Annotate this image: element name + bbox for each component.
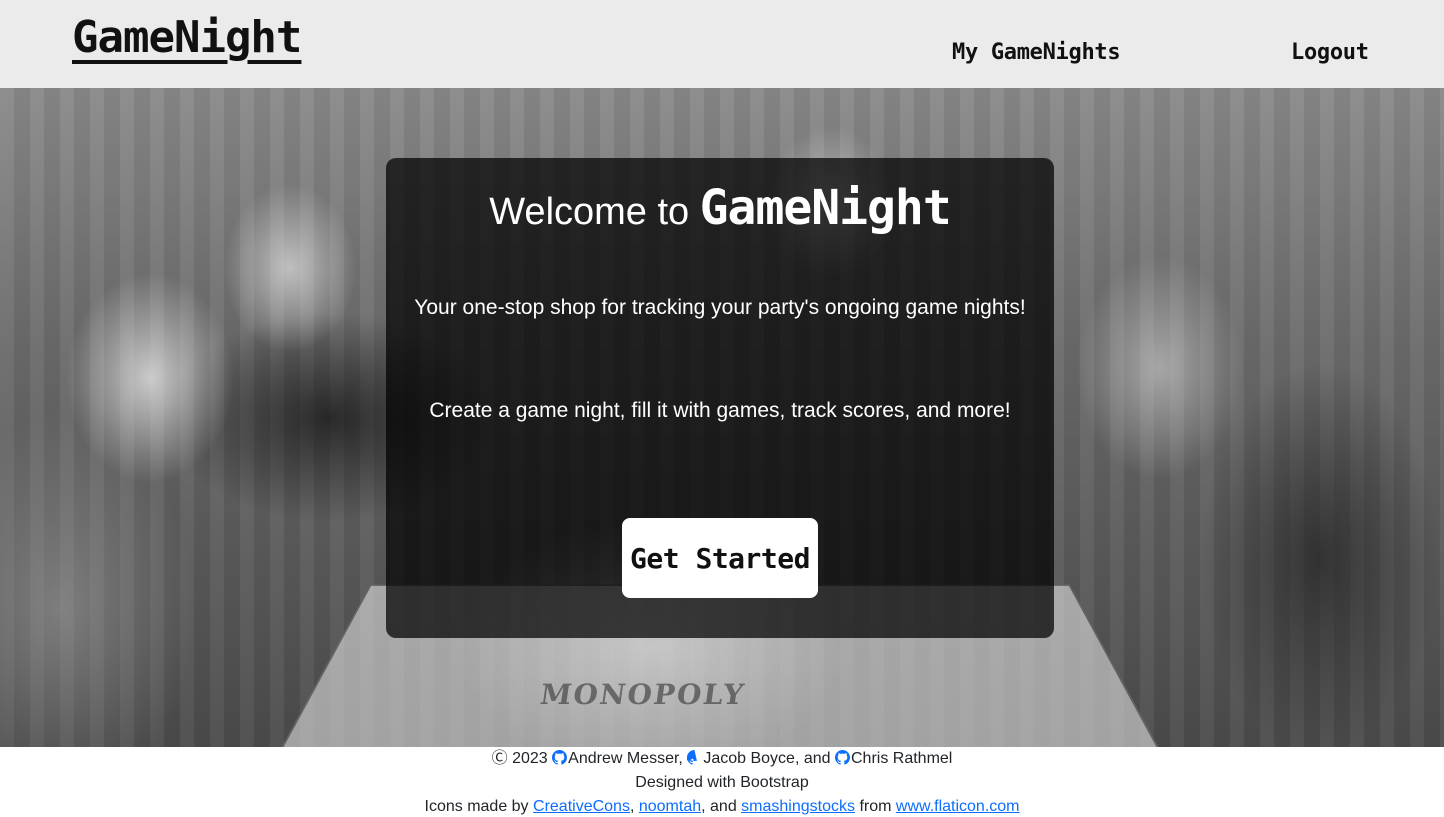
noomtah-link[interactable]: noomtah bbox=[639, 798, 701, 815]
hero-section: MONOPOLY Welcome to GameNight Your one-s… bbox=[0, 88, 1444, 747]
monopoly-board-text: MONOPOLY bbox=[538, 678, 748, 711]
icons-from-text: from bbox=[859, 798, 892, 815]
nav-my-gamenights[interactable]: My GameNights bbox=[952, 40, 1121, 65]
footer: Ⓒ 2023 Andrew Messer, Jacob Boyce, and C… bbox=[0, 747, 1444, 817]
navbar: GameNight My GameNights Logout bbox=[0, 0, 1444, 88]
footer-separator: , bbox=[629, 798, 635, 815]
subline-text: Create a game night, fill it with games,… bbox=[429, 399, 1011, 422]
brand-logo-link[interactable]: GameNight bbox=[72, 13, 302, 62]
get-started-button[interactable]: Get Started bbox=[622, 518, 818, 598]
author-name: Jacob Boyce bbox=[703, 750, 795, 767]
github-icon[interactable] bbox=[834, 750, 850, 765]
flaticon-link[interactable]: www.flaticon.com bbox=[896, 798, 1020, 815]
icon-credits-line: Icons made by CreativeCons, noomtah, and… bbox=[0, 795, 1444, 817]
author-name: Chris Rathmel bbox=[850, 750, 953, 767]
nav-logout[interactable]: Logout bbox=[1291, 40, 1369, 65]
author-name: Andrew Messer bbox=[568, 750, 679, 767]
github-icon[interactable] bbox=[687, 750, 702, 765]
icons-prefix: Icons made by bbox=[424, 798, 529, 815]
welcome-brand: GameNight bbox=[699, 180, 952, 236]
welcome-prefix: Welcome to bbox=[489, 191, 690, 233]
footer-separator: , bbox=[678, 750, 683, 767]
tagline-text: Your one-stop shop for tracking your par… bbox=[414, 296, 1026, 319]
footer-credits-line: Ⓒ 2023 Andrew Messer, Jacob Boyce, and C… bbox=[0, 747, 1444, 771]
designed-with-text: Designed with Bootstrap bbox=[635, 774, 809, 791]
welcome-heading: Welcome to GameNight bbox=[386, 180, 1054, 236]
footer-separator: , and bbox=[701, 798, 737, 815]
smashingstocks-link[interactable]: smashingstocks bbox=[741, 798, 855, 815]
github-icon[interactable] bbox=[552, 750, 568, 765]
creativecons-link[interactable]: CreativeCons bbox=[533, 798, 630, 815]
welcome-card: Welcome to GameNight Your one-stop shop … bbox=[386, 158, 1054, 638]
copyright-text: Ⓒ 2023 bbox=[491, 750, 548, 767]
footer-separator: , and bbox=[794, 750, 831, 767]
